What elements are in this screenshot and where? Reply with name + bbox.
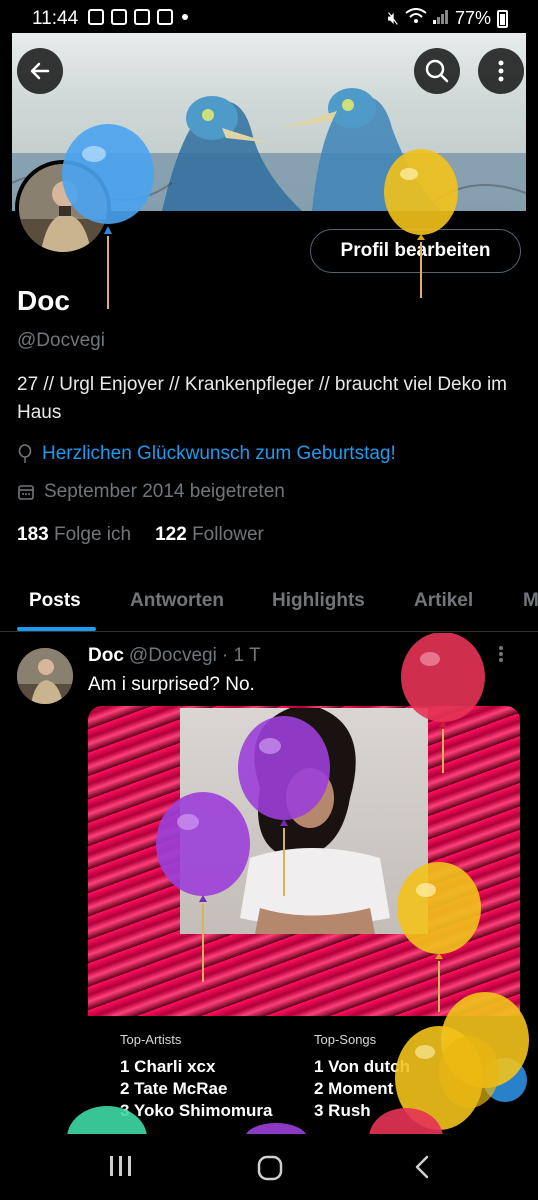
tab-posts[interactable]: Posts	[29, 590, 81, 612]
chat-notification-icon	[134, 9, 150, 25]
post-author-handle[interactable]: @Docvegi	[129, 645, 217, 667]
signal-icon	[432, 8, 449, 29]
profile-tabs: Posts Antworten Highlights Artikel M	[0, 586, 538, 632]
top-artists-label: Top-Artists	[120, 1032, 182, 1047]
wifi-icon	[405, 8, 427, 29]
post-header: Doc @Docvegi · 1 T	[88, 645, 261, 667]
tab-media[interactable]: M	[523, 590, 538, 612]
green-balloon-icon	[67, 1106, 147, 1134]
post-avatar[interactable]	[17, 648, 73, 704]
more-vertical-icon	[499, 646, 503, 662]
birthday-link[interactable]: Herzlichen Glückwunsch zum Geburtstag!	[42, 443, 396, 465]
more-notifications-icon	[182, 14, 188, 20]
post-more-button[interactable]	[498, 645, 504, 669]
arrow-left-icon	[30, 62, 50, 80]
profile-handle: @Docvegi	[17, 330, 105, 351]
top-artist-item: 2 Tate McRae	[120, 1079, 228, 1098]
purple-balloon-icon	[246, 1123, 306, 1134]
search-button[interactable]	[414, 48, 460, 94]
post-avatar-image	[17, 648, 73, 704]
tab-replies[interactable]: Antworten	[130, 590, 224, 612]
active-tab-indicator	[17, 627, 96, 631]
red-balloon-icon	[401, 633, 485, 773]
red-balloon-icon	[369, 1108, 443, 1134]
more-vertical-icon	[498, 60, 504, 82]
joined-date: September 2014 beigetreten	[44, 481, 285, 502]
joined-row: September 2014 beigetreten	[17, 481, 285, 503]
status-bar: 11:44 🔇︎ 77%	[0, 0, 538, 36]
calendar-icon	[18, 485, 34, 500]
followers-count: 122	[155, 524, 187, 545]
blue-balloon-icon	[62, 124, 154, 309]
balloon-pin-icon	[18, 444, 32, 463]
home-icon[interactable]	[256, 1154, 284, 1182]
mute-icon: 🔇︎	[387, 8, 399, 28]
top-songs-label: Top-Songs	[314, 1032, 377, 1047]
status-time: 11:44	[32, 8, 79, 29]
more-options-button[interactable]	[478, 48, 524, 94]
tab-articles[interactable]: Artikel	[414, 590, 473, 612]
followers-stat[interactable]: 122 Follower	[155, 524, 264, 546]
profile-bio: 27 // Urgl Enjoyer // Krankenpfleger // …	[17, 374, 508, 423]
system-navigation-bar	[0, 1134, 538, 1200]
post-author-name[interactable]: Doc	[88, 645, 124, 667]
back-button[interactable]	[17, 48, 63, 94]
game-notification-icon	[157, 9, 173, 25]
tab-highlights[interactable]: Highlights	[272, 590, 365, 612]
following-stat[interactable]: 183 Folge ich	[17, 524, 131, 546]
purple-balloon-icon	[156, 792, 250, 982]
top-artist-item: 1 Charli xcx	[120, 1057, 216, 1076]
battery-percent: 77%	[454, 8, 491, 28]
search-icon	[425, 59, 449, 83]
back-nav-icon[interactable]	[412, 1154, 432, 1180]
following-count: 183	[17, 524, 49, 545]
followers-label: Follower	[192, 524, 264, 545]
post-text: Am i surprised? No.	[88, 674, 255, 695]
post-time: · 1 T	[221, 645, 261, 666]
notification-icons	[88, 9, 188, 25]
twitch-notification-icon	[111, 9, 127, 25]
birthday-row: Herzlichen Glückwunsch zum Geburtstag!	[17, 443, 396, 465]
status-right: 🔇︎ 77%	[388, 8, 508, 29]
battery-icon	[497, 9, 508, 28]
recent-apps-icon[interactable]	[108, 1154, 134, 1178]
following-label: Folge ich	[53, 524, 132, 545]
yellow-balloon-icon	[384, 149, 458, 298]
check-notification-icon	[88, 9, 104, 25]
follow-stats: 183 Folge ich 122 Follower	[17, 524, 264, 546]
